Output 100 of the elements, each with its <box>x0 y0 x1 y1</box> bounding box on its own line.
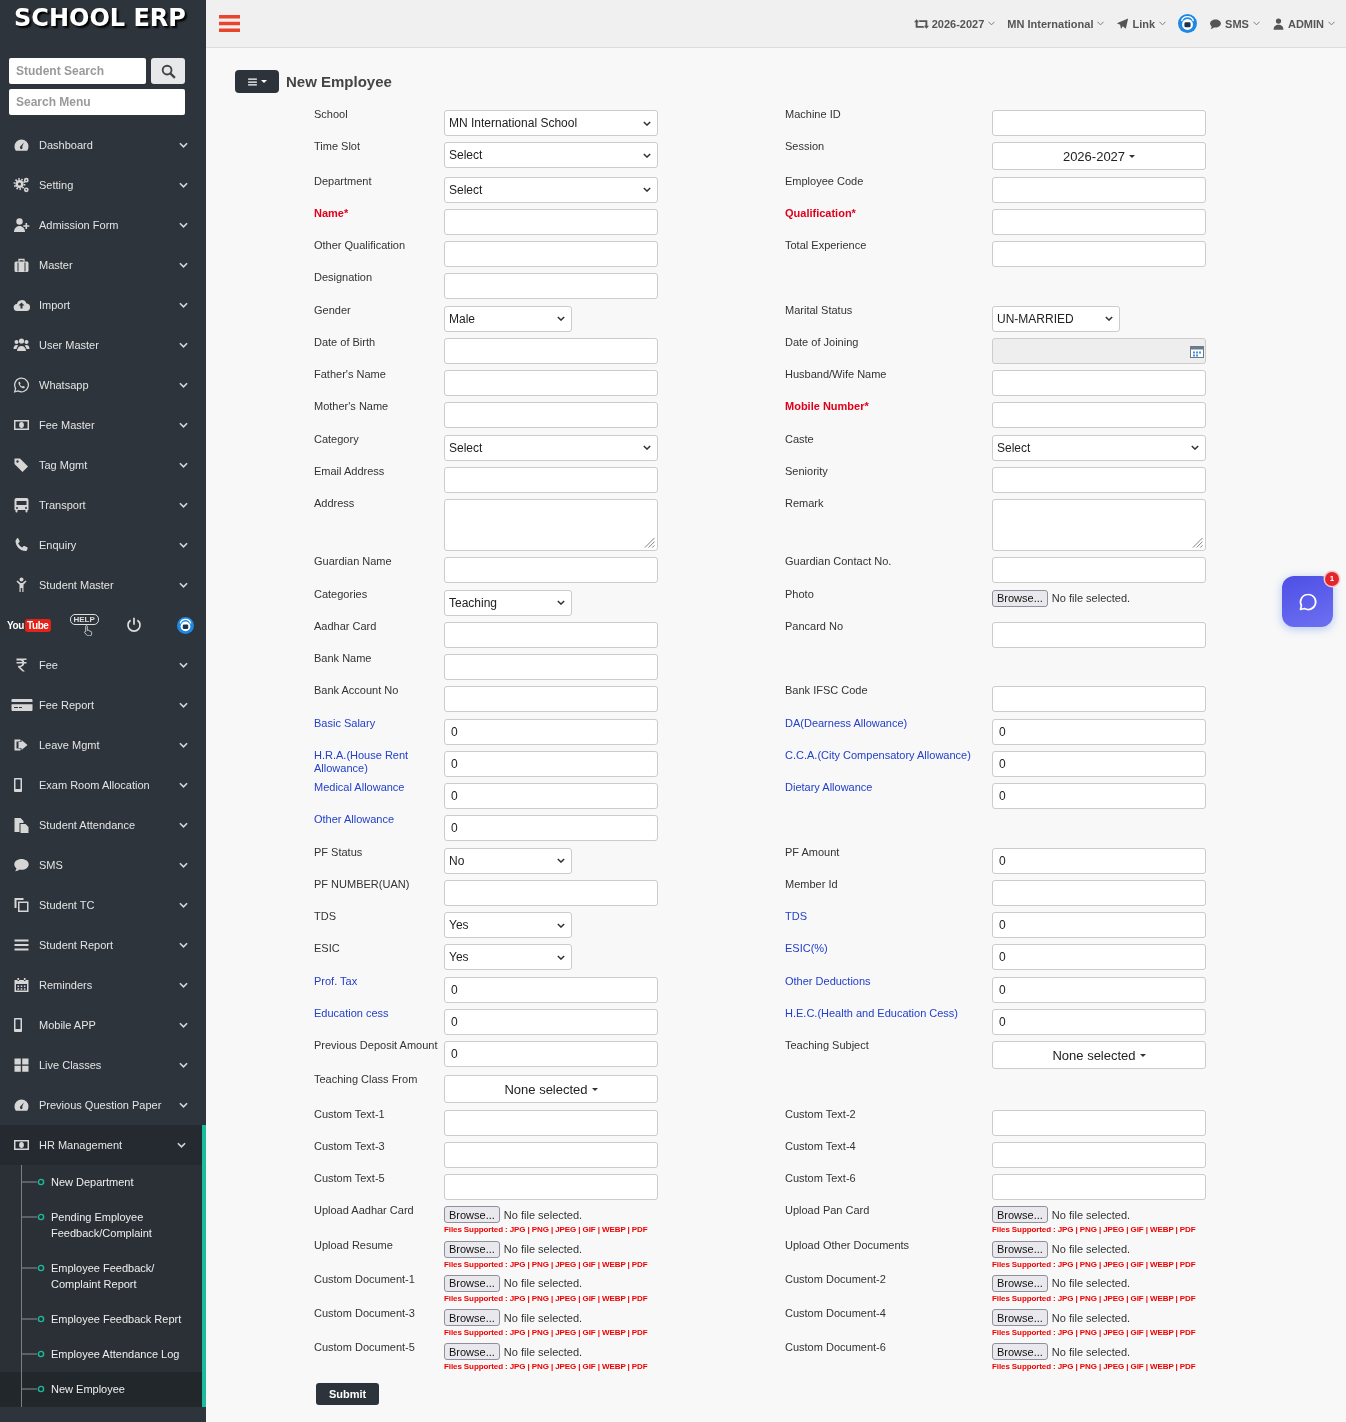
menu-item[interactable]: Fee <box>0 645 206 685</box>
text-field[interactable] <box>444 241 658 267</box>
text-field[interactable] <box>992 402 1206 429</box>
submenu-item[interactable]: Employee Attendance Log <box>0 1337 202 1372</box>
menu-search-field[interactable]: Search Menu <box>9 89 185 115</box>
browse-button[interactable]: Browse... <box>992 1206 1048 1224</box>
menu-item[interactable]: Setting <box>0 165 206 205</box>
text-field[interactable] <box>992 370 1206 396</box>
browse-button[interactable]: Browse... <box>992 1274 1048 1292</box>
text-field[interactable]: 0 <box>992 750 1206 777</box>
browse-button[interactable]: Browse... <box>444 1274 500 1292</box>
text-field[interactable] <box>992 557 1206 584</box>
text-field[interactable] <box>992 1174 1206 1200</box>
power-icon[interactable] <box>125 617 142 633</box>
select-field[interactable]: Select <box>444 142 658 169</box>
text-field[interactable] <box>992 1109 1206 1136</box>
text-field[interactable]: 0 <box>444 1041 658 1067</box>
browse-button[interactable]: Browse... <box>444 1343 500 1361</box>
menu-item[interactable]: Mobile APP <box>0 1005 206 1045</box>
text-field[interactable]: 0 <box>992 718 1206 745</box>
text-field[interactable] <box>444 686 658 713</box>
submit-button[interactable]: Submit <box>316 1382 380 1405</box>
user-dropdown[interactable]: ADMIN <box>1271 17 1335 30</box>
text-field[interactable] <box>444 621 658 648</box>
menu-item[interactable]: SMS <box>0 845 206 885</box>
chat-button[interactable] <box>1282 576 1333 627</box>
text-field[interactable] <box>992 1141 1206 1168</box>
select-field[interactable]: UN-MARRIED <box>992 305 1120 332</box>
session-dropdown[interactable]: 2026-2027 <box>913 17 996 30</box>
text-field[interactable] <box>444 879 658 906</box>
browse-button[interactable]: Browse... <box>992 1240 1048 1258</box>
select-field[interactable]: Yes <box>444 944 572 971</box>
menu-item[interactable]: Previous Question Paper <box>0 1085 206 1125</box>
search-button[interactable] <box>151 58 185 84</box>
dropdown-button[interactable]: 2026-2027 <box>992 142 1206 171</box>
text-field[interactable] <box>992 621 1206 648</box>
menu-item[interactable]: Student Master <box>0 565 206 605</box>
link-dropdown[interactable]: Link <box>1116 17 1167 30</box>
text-field[interactable] <box>444 1109 658 1136</box>
menu-item[interactable]: Enquiry <box>0 525 206 565</box>
text-field[interactable] <box>444 273 658 300</box>
text-field[interactable] <box>992 208 1206 235</box>
select-field[interactable]: Yes <box>444 912 572 938</box>
select-field[interactable]: Select <box>444 434 658 461</box>
menu-item[interactable]: Student Attendance <box>0 805 206 845</box>
select-field[interactable]: Select <box>444 176 658 203</box>
text-field[interactable]: 0 <box>992 847 1206 874</box>
menu-item[interactable]: Master <box>0 245 206 285</box>
text-field[interactable]: 0 <box>992 912 1206 938</box>
text-field[interactable]: 0 <box>444 1008 658 1035</box>
text-field[interactable] <box>992 466 1206 493</box>
dropdown-button[interactable]: None selected <box>444 1075 658 1104</box>
browse-button[interactable]: Browse... <box>992 1343 1048 1361</box>
submenu-item[interactable]: Pending Employee Feedback/Complaint <box>0 1200 202 1251</box>
text-field[interactable] <box>444 1174 658 1200</box>
text-field[interactable]: 0 <box>992 944 1206 971</box>
text-field[interactable]: 0 <box>444 783 658 809</box>
calendar-icon[interactable] <box>1190 344 1204 358</box>
sms-dropdown[interactable]: SMS <box>1209 17 1260 30</box>
browse-button[interactable]: Browse... <box>992 589 1048 607</box>
text-field[interactable]: 0 <box>992 1008 1206 1035</box>
student-search-field[interactable]: Student Search <box>9 58 146 84</box>
menu-item[interactable]: Dashboard <box>0 125 206 165</box>
submenu-item[interactable]: Employee Feedback Reprt <box>0 1302 202 1337</box>
menu-item[interactable]: Transport <box>0 485 206 525</box>
text-field[interactable] <box>444 1141 658 1168</box>
browse-button[interactable]: Browse... <box>444 1240 500 1258</box>
text-field[interactable] <box>992 110 1206 136</box>
select-field[interactable]: No <box>444 847 572 874</box>
menu-item[interactable]: Student Report <box>0 925 206 965</box>
select-field[interactable]: Male <box>444 305 572 332</box>
text-area-field[interactable] <box>992 499 1206 551</box>
text-field[interactable] <box>444 654 658 680</box>
text-field[interactable]: 0 <box>444 718 658 745</box>
menu-item[interactable]: Admission Form <box>0 205 206 245</box>
text-field[interactable] <box>992 879 1206 906</box>
menu-item[interactable]: Whatsapp <box>0 365 206 405</box>
menu-item[interactable]: Exam Room Allocation <box>0 765 206 805</box>
select-field[interactable]: MN International School <box>444 110 658 136</box>
browse-button[interactable]: Browse... <box>992 1309 1048 1326</box>
select-field[interactable]: Select <box>992 434 1206 461</box>
menu-item[interactable]: Tag Mgmt <box>0 445 206 485</box>
menu-item[interactable]: Fee Master <box>0 405 206 445</box>
menu-item[interactable]: Student TC <box>0 885 206 925</box>
text-field[interactable]: 0 <box>992 783 1206 809</box>
submenu-item[interactable]: New Department <box>0 1165 202 1200</box>
text-field[interactable] <box>992 176 1206 203</box>
text-field[interactable] <box>444 402 658 429</box>
page-menu-button[interactable] <box>235 70 279 93</box>
menu-item[interactable]: HR Management <box>0 1125 202 1165</box>
menu-item[interactable]: Fee Report <box>0 685 206 725</box>
menu-item[interactable]: Live Classes <box>0 1045 206 1085</box>
menu-item[interactable]: Import <box>0 285 206 325</box>
text-field[interactable]: 0 <box>992 976 1206 1003</box>
select-field[interactable]: Teaching <box>444 589 572 616</box>
text-field[interactable]: 0 <box>444 815 658 842</box>
menu-item[interactable]: Leave Mgmt <box>0 725 206 765</box>
menu-item[interactable]: Reminders <box>0 965 206 1005</box>
menu-icon[interactable] <box>219 15 240 32</box>
support-icon[interactable] <box>176 616 194 634</box>
